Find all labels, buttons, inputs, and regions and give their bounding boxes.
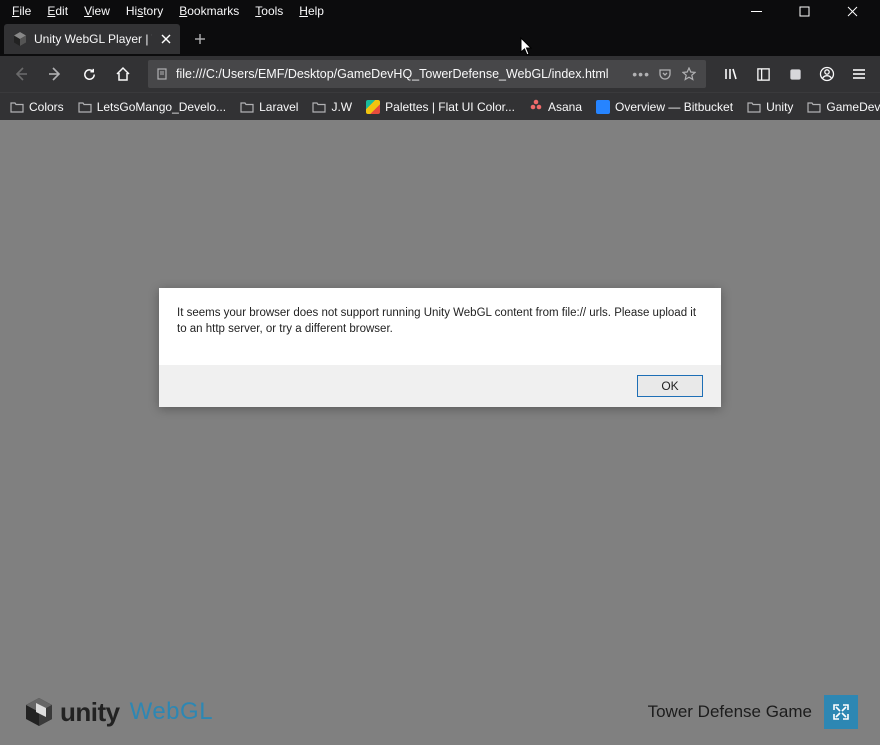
menu-edit[interactable]: Edit — [41, 3, 74, 19]
library-button[interactable] — [716, 59, 746, 89]
fullscreen-icon — [832, 703, 850, 721]
bookmarks-toolbar: Colors LetsGoMango_Develo... Laravel J.W… — [0, 92, 880, 120]
maximize-icon — [799, 6, 810, 17]
minimize-icon — [751, 6, 762, 17]
bookmark-unity[interactable]: Unity — [743, 98, 797, 116]
folder-icon — [78, 101, 92, 113]
bitbucket-icon — [596, 100, 610, 114]
extension-icon — [788, 67, 803, 82]
bookmark-palettes[interactable]: Palettes | Flat UI Color... — [362, 98, 519, 116]
menu-view[interactable]: View — [78, 3, 116, 19]
tab-bar: Unity WebGL Player | Tower Def — [0, 22, 880, 56]
sidebar-icon — [756, 67, 771, 82]
plus-icon — [194, 33, 206, 45]
game-title: Tower Defense Game — [648, 702, 812, 722]
reader-mode-button[interactable] — [656, 67, 674, 81]
menu-help[interactable]: Help — [293, 3, 330, 19]
app-menu-button[interactable] — [844, 59, 874, 89]
folder-icon — [747, 101, 761, 113]
unity-logo: unity WebGL — [22, 695, 213, 729]
menu-history[interactable]: History — [120, 3, 169, 19]
nav-toolbar: file:///C:/Users/EMF/Desktop/GameDevHQ_T… — [0, 56, 880, 92]
reload-button[interactable] — [74, 59, 104, 89]
folder-icon — [312, 101, 326, 113]
folder-icon — [240, 101, 254, 113]
unity-wordmark: unity — [60, 697, 120, 728]
bookmark-letsgomango[interactable]: LetsGoMango_Develo... — [74, 98, 230, 116]
bookmark-asana[interactable]: Asana — [525, 96, 586, 117]
page-content: unity WebGL Tower Defense Game It seems … — [0, 120, 880, 745]
bookmark-label: Unity — [766, 100, 793, 114]
window-close-button[interactable] — [830, 0, 874, 22]
page-info-icon[interactable] — [156, 67, 170, 81]
bookmark-star-button[interactable] — [680, 67, 698, 81]
bookmark-gamedevhq[interactable]: GameDevHQ — [803, 98, 880, 116]
reload-icon — [82, 67, 97, 82]
bookmark-label: Asana — [548, 100, 582, 114]
dialog-message: It seems your browser does not support r… — [159, 288, 721, 365]
tab-close-button[interactable] — [158, 31, 174, 47]
close-icon — [847, 6, 858, 17]
page-actions-menu[interactable]: ••• — [632, 66, 650, 82]
url-text[interactable]: file:///C:/Users/EMF/Desktop/GameDevHQ_T… — [176, 67, 626, 81]
bookmark-laravel[interactable]: Laravel — [236, 98, 302, 116]
new-tab-button[interactable] — [186, 25, 214, 53]
unity-cube-icon — [22, 695, 56, 729]
bookmark-label: Laravel — [259, 100, 298, 114]
arrow-right-icon — [47, 66, 63, 82]
window-maximize-button[interactable] — [782, 0, 826, 22]
menu-bookmarks[interactable]: Bookmarks — [173, 3, 245, 19]
menu-file[interactable]: File — [6, 3, 37, 19]
fullscreen-button[interactable] — [824, 695, 858, 729]
folder-icon — [807, 101, 821, 113]
account-icon — [819, 66, 835, 82]
close-icon — [161, 34, 171, 44]
home-button[interactable] — [108, 59, 138, 89]
bookmark-label: LetsGoMango_Develo... — [97, 100, 226, 114]
arrow-left-icon — [13, 66, 29, 82]
webgl-wordmark: WebGL — [130, 698, 213, 726]
dialog-ok-button[interactable]: OK — [637, 375, 703, 397]
sidebar-button[interactable] — [748, 59, 778, 89]
palette-icon — [366, 100, 380, 114]
window-minimize-button[interactable] — [734, 0, 778, 22]
bookmark-label: Overview — Bitbucket — [615, 100, 733, 114]
bookmark-jw[interactable]: J.W — [308, 98, 356, 116]
pocket-icon — [658, 67, 672, 81]
folder-icon — [10, 101, 24, 113]
account-button[interactable] — [812, 59, 842, 89]
library-icon — [723, 66, 739, 82]
dialog-button-row: OK — [159, 365, 721, 407]
bookmark-label: J.W — [331, 100, 352, 114]
bookmark-label: Palettes | Flat UI Color... — [385, 100, 515, 114]
unity-footer: unity WebGL Tower Defense Game — [0, 679, 880, 745]
unity-favicon-icon — [12, 31, 28, 47]
extension-button[interactable] — [780, 59, 810, 89]
bookmark-label: GameDevHQ — [826, 100, 880, 114]
back-button[interactable] — [6, 59, 36, 89]
bookmark-label: Colors — [29, 100, 64, 114]
url-bar[interactable]: file:///C:/Users/EMF/Desktop/GameDevHQ_T… — [148, 60, 706, 88]
home-icon — [115, 66, 131, 82]
error-dialog: It seems your browser does not support r… — [159, 288, 721, 407]
bookmark-bitbucket[interactable]: Overview — Bitbucket — [592, 98, 737, 116]
forward-button[interactable] — [40, 59, 70, 89]
menu-bar: File Edit View History Bookmarks Tools H… — [0, 0, 880, 22]
ok-label: OK — [661, 379, 678, 393]
asana-icon — [529, 98, 543, 115]
bookmark-colors[interactable]: Colors — [6, 98, 68, 116]
browser-tab[interactable]: Unity WebGL Player | Tower Def — [4, 24, 180, 54]
menu-tools[interactable]: Tools — [249, 3, 289, 19]
hamburger-icon — [851, 66, 867, 82]
tab-title: Unity WebGL Player | Tower Def — [34, 32, 152, 46]
star-icon — [682, 67, 696, 81]
